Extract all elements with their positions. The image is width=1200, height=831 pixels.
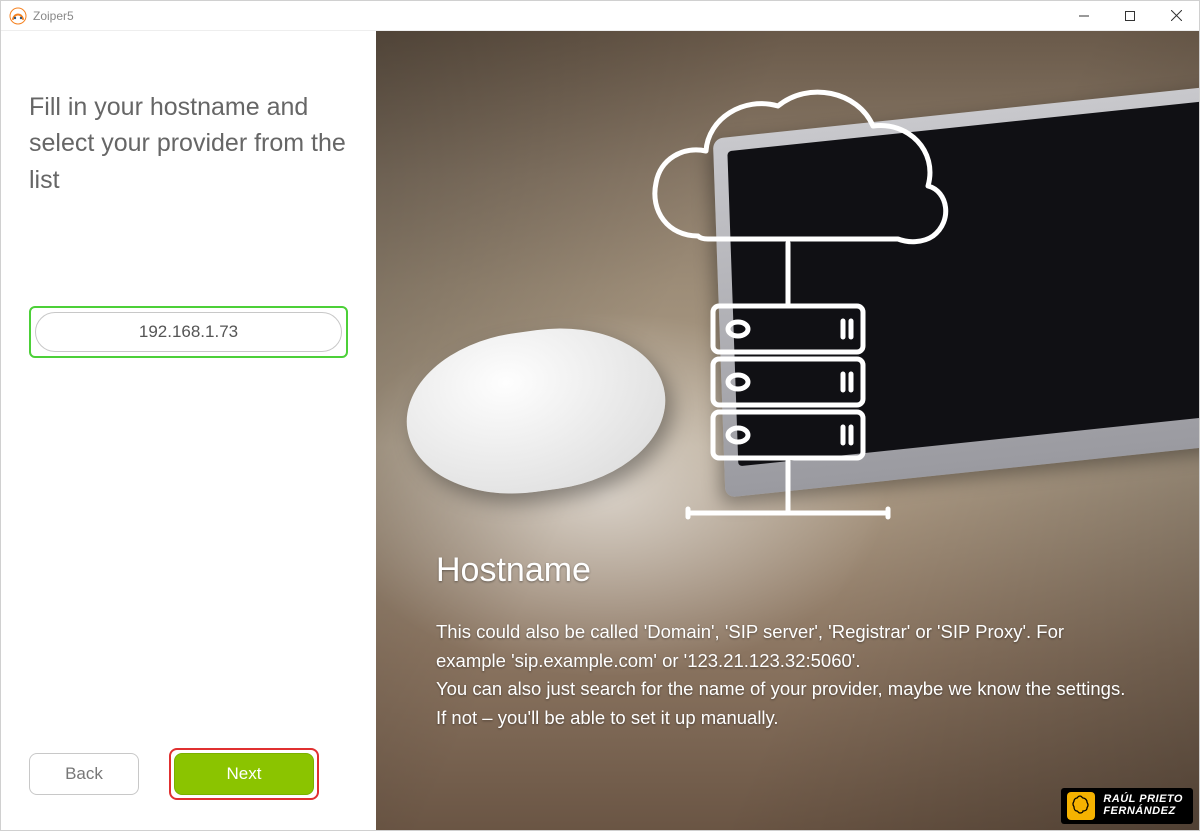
next-highlight: Next <box>169 748 319 800</box>
app-window: Zoiper5 Fill in your hostname and select… <box>0 0 1200 831</box>
info-title: Hostname <box>436 551 1139 590</box>
close-button[interactable] <box>1153 1 1199 31</box>
brain-icon <box>1067 792 1095 820</box>
info-paragraph-2: You can also just search for the name of… <box>436 675 1139 732</box>
app-icon <box>9 7 27 25</box>
maximize-button[interactable] <box>1107 1 1153 31</box>
hostname-highlight <box>29 306 348 358</box>
content-area: Fill in your hostname and select your pr… <box>1 31 1199 830</box>
titlebar: Zoiper5 <box>1 1 1199 31</box>
info-text: Hostname This could also be called 'Doma… <box>436 551 1139 733</box>
watermark-text: RAÚL PRIETO FERNÁNDEZ <box>1103 794 1183 817</box>
next-button-label: Next <box>227 764 262 784</box>
window-title: Zoiper5 <box>33 9 74 23</box>
instruction-heading: Fill in your hostname and select your pr… <box>29 89 348 198</box>
cloud-server-icon <box>608 71 968 541</box>
left-panel: Fill in your hostname and select your pr… <box>1 31 376 830</box>
minimize-button[interactable] <box>1061 1 1107 31</box>
watermark-line1: RAÚL PRIETO <box>1103 793 1183 805</box>
button-row: Back Next <box>29 748 348 800</box>
watermark: RAÚL PRIETO FERNÁNDEZ <box>1061 788 1193 824</box>
next-button[interactable]: Next <box>174 753 314 795</box>
back-button-label: Back <box>65 764 103 784</box>
right-panel: Hostname This could also be called 'Doma… <box>376 31 1199 830</box>
hostname-input[interactable] <box>35 312 342 352</box>
watermark-line2: FERNÁNDEZ <box>1103 805 1175 817</box>
info-paragraph-1: This could also be called 'Domain', 'SIP… <box>436 618 1139 675</box>
back-button[interactable]: Back <box>29 753 139 795</box>
